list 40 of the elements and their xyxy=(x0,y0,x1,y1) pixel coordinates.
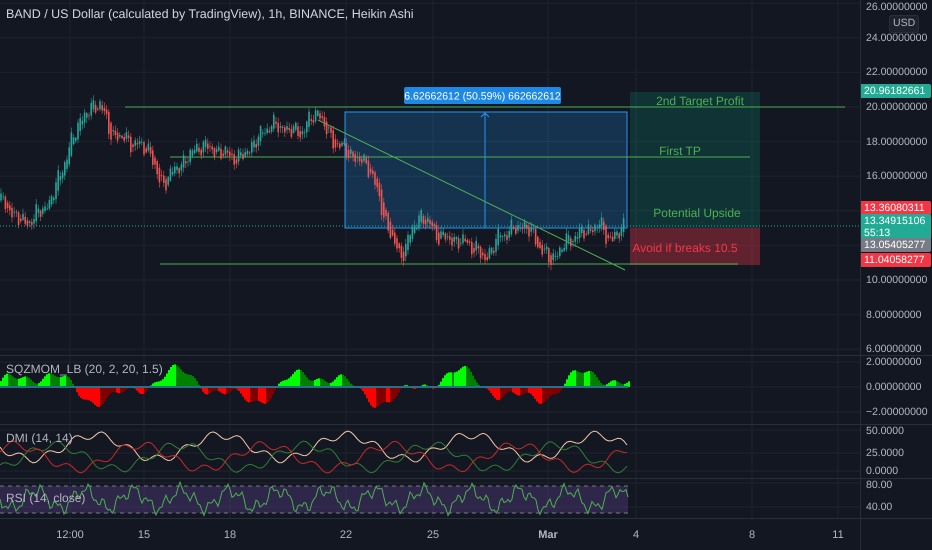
zone-label: 2nd Target Profit xyxy=(656,94,744,108)
time-axis-label: 8 xyxy=(748,528,756,543)
chart-title: BAND / US Dollar (calculated by TradingView), 1h, BINANCE, Heikin Ashi xyxy=(6,6,414,23)
axis-label: −2.00000000 xyxy=(866,406,928,418)
price-axis-label: 8.00000000 xyxy=(866,308,922,321)
price-axis-label: 18.00000000 xyxy=(866,136,928,148)
price-tag: 13.36080311 xyxy=(861,201,931,215)
price-tag: 13.05405277 xyxy=(861,238,931,252)
axis-label: 0.00000000 xyxy=(866,381,922,393)
axis-label: 40.00 xyxy=(866,501,892,513)
axis-label: 80.00 xyxy=(866,479,892,491)
time-axis-label: 25 xyxy=(426,528,440,543)
price-axis-label: 20.00000000 xyxy=(866,101,928,113)
time-axis-label: 11 xyxy=(832,528,844,543)
time-axis-label: 15 xyxy=(138,528,150,543)
zone-label: First TP xyxy=(659,144,701,158)
indicator-legend: DMI (14, 14) xyxy=(6,429,73,447)
price-tag: 11.04058277 xyxy=(861,253,931,267)
time-axis-label: 18 xyxy=(224,528,236,543)
axis-label: 2.00000000 xyxy=(866,356,922,368)
zone-label: Avoid if breaks 10.5 xyxy=(632,241,738,255)
time-axis-label: 22 xyxy=(340,528,352,543)
axis-label: 50.0000 xyxy=(866,425,904,437)
axis-label: 25.0000 xyxy=(866,447,904,459)
price-axis-label: 26.00000000 xyxy=(866,1,928,13)
price-tag: 13.34915106 55:13 xyxy=(861,214,931,240)
price-tag: 20.96182661 xyxy=(861,84,931,98)
price-axis-label: 24.00000000 xyxy=(866,32,928,44)
axis-label: 0.0000 xyxy=(866,465,898,477)
currency-label: USD xyxy=(889,15,920,33)
indicator-legend: SQZMOM_LB (20, 2, 20, 1.5) xyxy=(6,360,163,378)
price-axis-label: 6.00000000 xyxy=(866,343,922,356)
price-axis-label: 16.00000000 xyxy=(866,170,928,182)
time-axis-label: 12:00 xyxy=(56,528,84,543)
time-axis-label: Mar xyxy=(538,528,558,543)
price-axis-label: 22.00000000 xyxy=(866,66,928,78)
measure-label: 6.62662612 (50.59%) 662662612 xyxy=(404,87,561,104)
zone-label: Potential Upside xyxy=(653,206,741,220)
price-axis-label: 10.00000000 xyxy=(866,274,928,286)
time-axis-label: 4 xyxy=(632,528,640,543)
